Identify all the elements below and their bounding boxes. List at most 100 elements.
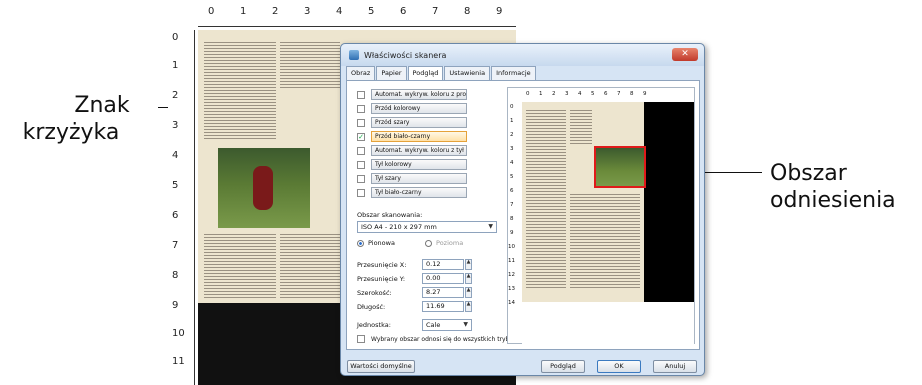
ruler-left-1: 1 [172,60,179,71]
ruler-top-0: 0 [208,6,215,17]
offset-x-input[interactable]: 0.12 [422,259,464,270]
tab-paper[interactable]: Papier [376,66,407,80]
image-option-checkbox[interactable] [357,174,365,183]
image-option-button[interactable]: Tył biało-czarny [371,187,467,198]
image-option-checkbox[interactable] [357,160,365,169]
preview-ruler-left-7: 7 [510,202,514,208]
crosshair-label-line1: Znak [74,93,130,118]
image-option-row[interactable]: Tył biało-czarny [357,187,467,198]
preview-area[interactable]: 0 1 2 3 4 5 6 7 8 9 0 1 2 3 4 5 6 7 8 9 … [507,87,695,344]
image-option-button-selected[interactable]: Przód biało-czarny [371,131,467,142]
close-button[interactable]: ✕ [672,48,698,61]
ruler-top-5: 5 [368,6,375,17]
reference-annotation: Obszar odniesienia [770,160,896,214]
orientation-landscape-radio[interactable]: Pozioma [425,239,463,247]
ok-button[interactable]: OK [597,360,641,373]
golfer-photo [218,148,310,228]
preview-ruler-top-8: 8 [630,91,634,97]
preview-ruler-left-0: 0 [510,104,514,110]
preview-ruler-top-9: 9 [643,91,647,97]
image-option-button[interactable]: Tył kolorowy [371,159,467,170]
tab-preview[interactable]: Podgląd [407,66,444,80]
image-option-button[interactable]: Przód szary [371,117,467,128]
offset-y-input[interactable]: 0.00 [422,273,464,284]
preview-ruler-top-2: 2 [552,91,556,97]
unit-label: Jednostka: [357,321,391,329]
preview-ruler-top-6: 6 [604,91,608,97]
scanner-icon [349,50,359,60]
width-input[interactable]: 8.27 [422,287,464,298]
image-option-row[interactable]: ✓ Przód biało-czarny [357,131,467,142]
scanner-properties-dialog: Właściwości skanera ✕ Obraz Papier Podgl… [340,43,705,376]
image-option-row[interactable]: Automat. wykryw. koloru z tył [357,145,467,156]
preview-left-ruler: 0 1 2 3 4 5 6 7 8 9 10 11 12 13 14 [508,102,522,344]
left-ruler: 0 1 2 3 4 5 6 7 8 9 10 11 [168,30,198,385]
crosshair-annotation: Znak krzyżyka [16,92,156,146]
dialog-title: Właściwości skanera [364,50,447,60]
image-option-checkbox[interactable] [357,146,365,155]
scan-area-label: Obszar skanowania: [357,211,423,219]
image-option-checkbox[interactable] [357,118,365,127]
cancel-button[interactable]: Anuluj [653,360,697,373]
width-stepper[interactable]: ▲ [465,287,472,298]
ruler-left-4: 4 [172,150,179,161]
image-option-button[interactable]: Automat. wykryw. koloru z tył [371,145,467,156]
ruler-top-7: 7 [432,6,439,17]
image-option-row[interactable]: Przód kolorowy [357,103,467,114]
ruler-top-2: 2 [272,6,279,17]
ruler-left-9: 9 [172,300,179,311]
portrait-label: Pionowa [368,239,395,247]
preview-button[interactable]: Podgląd [541,360,585,373]
checkbox-box[interactable] [357,335,365,343]
offset-x-stepper[interactable]: ▲ [465,259,472,270]
width-label: Szerokość: [357,289,392,297]
offset-y-label: Przesunięcie Y: [357,275,406,283]
image-option-button[interactable]: Tył szary [371,173,467,184]
tab-image[interactable]: Obraz [346,66,376,80]
preview-bottom-area [522,302,694,344]
image-option-row[interactable]: Automat. wykryw. koloru z pro [357,89,467,100]
image-option-row[interactable]: Tył kolorowy [357,159,467,170]
preview-ruler-top-4: 4 [578,91,582,97]
reference-label-line2: odniesienia [770,188,896,213]
image-option-checkbox[interactable] [357,90,365,99]
preview-ruler-top-0: 0 [526,91,530,97]
text-column [204,40,276,140]
ruler-left-7: 7 [172,240,179,251]
dialog-titlebar: Właściwości skanera [341,44,704,66]
preview-ruler-left-14: 14 [508,300,515,306]
apply-all-modes-checkbox[interactable]: Wybrany obszar odnosi się do wszystkich … [357,335,518,343]
tab-information[interactable]: Informacje [491,66,536,80]
landscape-label: Pozioma [436,239,464,247]
length-stepper[interactable]: ▲ [465,301,472,312]
image-option-button[interactable]: Przód kolorowy [371,103,467,114]
image-option-checkbox-checked[interactable]: ✓ [357,132,365,141]
preview-ruler-left-5: 5 [510,174,514,180]
image-option-row[interactable]: Tył szary [357,173,467,184]
preview-ruler-left-6: 6 [510,188,514,194]
image-option-button[interactable]: Automat. wykryw. koloru z pro [371,89,467,100]
ruler-top-8: 8 [464,6,471,17]
preview-black-area [644,102,694,302]
unit-select[interactable]: Cale [422,319,472,331]
preview-ruler-left-3: 3 [510,146,514,152]
defaults-button[interactable]: Wartości domyślne [347,360,415,373]
scan-area-select[interactable]: ISO A4 - 210 x 297 mm [357,221,497,233]
preview-ruler-left-12: 12 [508,272,515,278]
radio-dot [425,239,432,247]
ruler-left-0: 0 [172,32,179,43]
ruler-left-3: 3 [172,120,179,131]
offset-y-stepper[interactable]: ▲ [465,273,472,284]
image-option-checkbox[interactable] [357,104,365,113]
preview-top-ruler: 0 1 2 3 4 5 6 7 8 9 [522,88,694,102]
image-option-checkbox[interactable] [357,188,365,197]
image-option-row[interactable]: Przód szary [357,117,467,128]
tab-settings[interactable]: Ustawienia [444,66,491,80]
preview-tab-panel: Automat. wykryw. koloru z pro Przód kolo… [346,80,700,350]
preview-ruler-top-1: 1 [539,91,543,97]
preview-ruler-left-4: 4 [510,160,514,166]
length-input[interactable]: 11.69 [422,301,464,312]
reference-area-box[interactable] [594,146,646,188]
apply-all-modes-label: Wybrany obszar odnosi się do wszystkich … [371,335,518,343]
orientation-portrait-radio[interactable]: Pionowa [357,239,395,247]
